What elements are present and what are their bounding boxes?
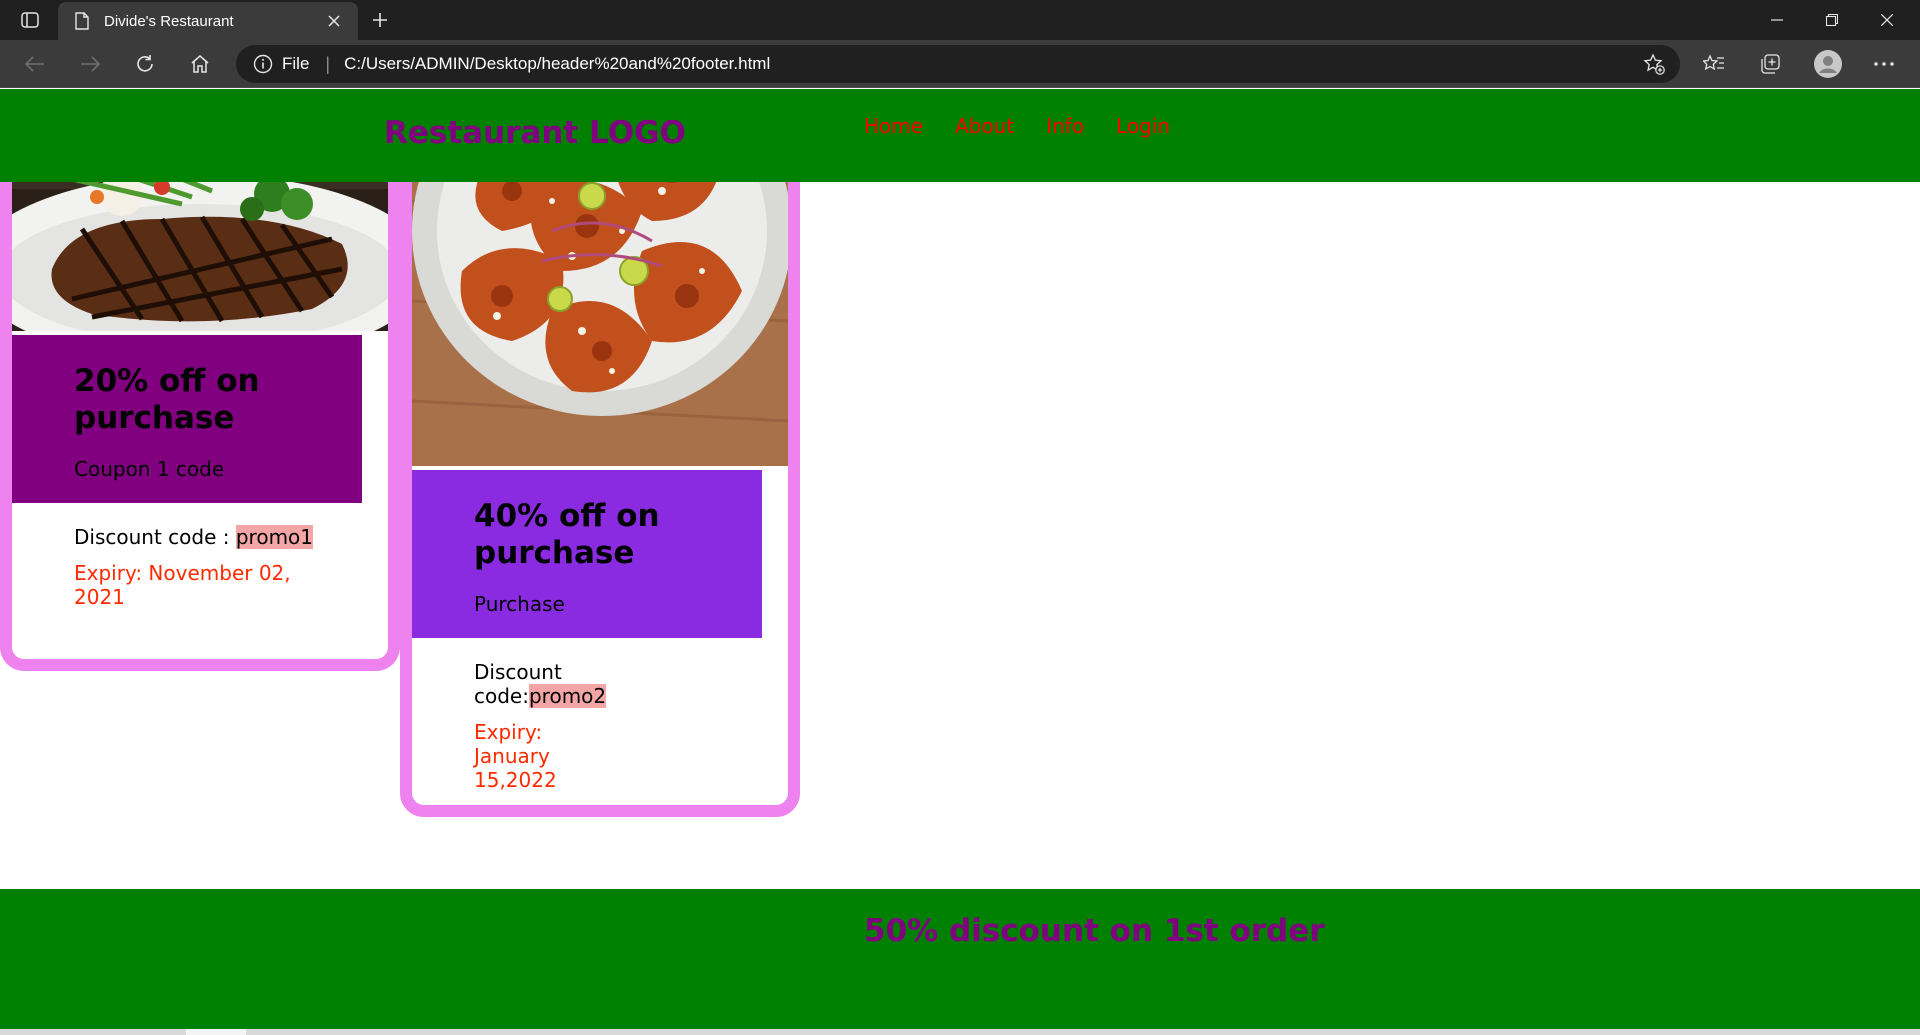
minimize-button[interactable]: [1750, 0, 1804, 40]
nav-link-home[interactable]: Home: [864, 114, 923, 138]
page-icon: [74, 12, 90, 30]
browser-titlebar: Divide's Restaurant: [0, 0, 1920, 40]
close-icon: [1881, 14, 1893, 26]
discount-code-line: Discount code : promo1: [12, 503, 388, 549]
coupon-box-1: 20% off on purchase Coupon 1 code: [12, 335, 362, 503]
nav-link-about[interactable]: About: [955, 114, 1014, 138]
profile-button[interactable]: [1810, 48, 1846, 80]
more-button[interactable]: [1866, 48, 1902, 80]
home-icon: [191, 55, 209, 73]
window-close-button[interactable]: [1860, 0, 1914, 40]
coupon-subtitle: Purchase: [474, 592, 565, 616]
profile-avatar-icon: [1814, 50, 1842, 78]
discount-code-line: Discount code:promo2: [412, 638, 662, 708]
address-scheme: File: [282, 54, 310, 73]
page-viewport: 20% off on purchase Coupon 1 code Discou…: [0, 89, 1920, 1035]
coupon-title: 40% off on purchase: [474, 498, 660, 571]
restore-icon: [1826, 14, 1838, 26]
address-bar[interactable]: File | C:/Users/ADMIN/Desktop/header%20a…: [236, 45, 1680, 83]
back-arrow-icon: [25, 56, 44, 72]
back-button[interactable]: [17, 48, 53, 80]
discount-code-label: Discount code :: [74, 525, 236, 549]
coupon-box-2: 40% off on purchase Purchase: [412, 470, 762, 638]
add-favorite-icon[interactable]: [1636, 48, 1672, 80]
forward-button[interactable]: [72, 48, 108, 80]
restaurant-logo[interactable]: Restaurant LOGO: [384, 115, 686, 151]
refresh-button[interactable]: [127, 48, 163, 80]
expiry-date: Expiry: November 02, 2021: [74, 561, 291, 609]
plus-icon: [373, 13, 387, 27]
browser-toolbar: File | C:/Users/ADMIN/Desktop/header%20a…: [0, 40, 1920, 88]
site-header: Restaurant LOGO Home About Info Login: [0, 89, 1920, 182]
favorites-icon: [1703, 54, 1724, 71]
favorites-button[interactable]: [1696, 48, 1732, 80]
browser-tab[interactable]: Divide's Restaurant: [58, 2, 358, 40]
new-tab-button[interactable]: [366, 8, 394, 32]
nav-link-info[interactable]: Info: [1046, 114, 1084, 138]
tab-title: Divide's Restaurant: [104, 12, 234, 30]
close-icon[interactable]: [322, 9, 346, 33]
nav-link-login[interactable]: Login: [1116, 114, 1170, 138]
scrollbar-thumb[interactable]: [186, 1029, 246, 1035]
promo-code: promo2: [528, 684, 607, 708]
horizontal-scrollbar[interactable]: [0, 1029, 1920, 1035]
home-button[interactable]: [182, 48, 218, 80]
promo-code: promo1: [235, 525, 314, 549]
footer-promo-text: 50% discount on 1st order: [864, 913, 1325, 949]
restore-button[interactable]: [1805, 0, 1859, 40]
main-nav: Home About Info Login: [864, 114, 1170, 138]
tab-actions-icon[interactable]: [14, 8, 46, 32]
info-icon[interactable]: [252, 53, 274, 75]
expiry-date: Expiry: January 15,2022: [474, 720, 557, 792]
collections-icon: [1761, 54, 1780, 74]
address-url[interactable]: C:/Users/ADMIN/Desktop/header%20and%20fo…: [344, 54, 770, 74]
coupon-subtitle: Coupon 1 code: [74, 457, 225, 481]
address-separator: |: [325, 53, 331, 74]
refresh-icon: [137, 55, 153, 72]
collections-button[interactable]: [1752, 48, 1788, 80]
site-footer: 50% discount on 1st order: [0, 889, 1920, 1029]
forward-arrow-icon: [81, 56, 100, 72]
minimize-icon: [1771, 19, 1783, 21]
coupon-card-2: 40% off on purchase Purchase Discount co…: [400, 89, 800, 817]
more-icon: [1874, 62, 1894, 66]
coupon-title: 20% off on purchase: [74, 363, 260, 436]
